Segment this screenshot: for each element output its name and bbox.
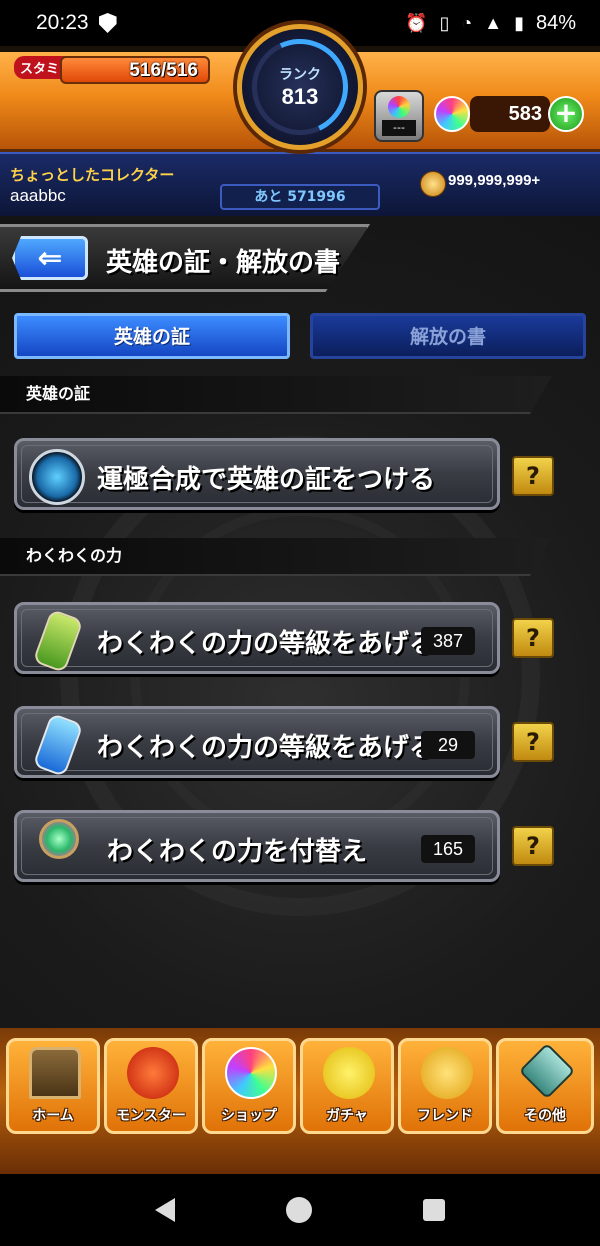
- rank-label: ランク: [279, 67, 321, 83]
- system-back-icon[interactable]: [155, 1198, 176, 1222]
- help-button[interactable]: ?: [512, 618, 554, 658]
- menu-item-label: 運極合成で英雄の証をつける: [97, 465, 436, 495]
- player-title: ちょっとしたコレクター: [10, 166, 175, 184]
- help-button[interactable]: ?: [512, 722, 554, 762]
- battery-percent: 84%: [535, 11, 576, 34]
- tab-release-book[interactable]: 解放の書: [310, 313, 586, 359]
- rank-remaining: あと 571996: [220, 184, 380, 210]
- system-recents-icon[interactable]: [422, 1199, 445, 1221]
- upgrade-waku-button[interactable]: わくわくの力の等級をあげる 387: [14, 602, 500, 674]
- signal-icon: ▲: [484, 12, 503, 33]
- menu-item-label: わくわくの力の等級をあげる: [97, 733, 436, 763]
- home-icon: [29, 1047, 81, 1099]
- main-content: ⇐ 英雄の証・解放の書 英雄の証 解放の書 英雄の証 運極合成で英雄の証をつける…: [0, 216, 600, 1028]
- status-icons: ⏰ ▯ ◔ ▲ ▮ 84%: [405, 12, 576, 35]
- wifi-icon: ◔: [461, 12, 473, 33]
- item-count: 165: [421, 835, 475, 863]
- nav-label: ガチャ: [326, 1108, 368, 1124]
- help-button[interactable]: ?: [512, 456, 554, 496]
- nav-shop[interactable]: ショップ: [202, 1038, 296, 1134]
- bottom-nav: ホーム モンスター ショップ ガチャ フレンド その他: [0, 1028, 600, 1174]
- system-nav-bar: [0, 1174, 600, 1246]
- rank-badge[interactable]: ランク 813: [237, 24, 363, 150]
- nav-gacha[interactable]: ガチャ: [300, 1038, 394, 1134]
- add-orb-button[interactable]: +: [548, 96, 584, 132]
- item-count: 29: [421, 731, 475, 759]
- clock: 20:23: [36, 11, 89, 34]
- hero-proof-icon: [29, 449, 85, 505]
- device-icon[interactable]: ---: [374, 90, 424, 142]
- stamina-bar[interactable]: 516/516: [60, 56, 210, 84]
- other-icon: [518, 1042, 576, 1100]
- battery-icon: ▮: [514, 12, 524, 33]
- nav-label: モンスター: [116, 1108, 186, 1124]
- vibrate-icon: ▯: [439, 12, 450, 33]
- monster-icon: [127, 1047, 179, 1099]
- page-title: 英雄の証・解放の書: [106, 248, 341, 278]
- coin-count: 999,999,999+: [448, 172, 541, 189]
- friend-icon: [421, 1047, 473, 1099]
- gem-icon: [388, 96, 410, 118]
- reassign-waku-button[interactable]: わくわくの力を付替え 165: [14, 810, 500, 882]
- help-button[interactable]: ?: [512, 826, 554, 866]
- nav-label: フレンド: [417, 1108, 473, 1124]
- nav-label: ホーム: [32, 1108, 74, 1124]
- nav-friend[interactable]: フレンド: [398, 1038, 492, 1134]
- attach-hero-proof-button[interactable]: 運極合成で英雄の証をつける: [14, 438, 500, 510]
- section-header-hero-proof: 英雄の証: [0, 376, 552, 414]
- back-arrow-icon: ⇐: [37, 240, 63, 276]
- gacha-icon: [323, 1047, 375, 1099]
- back-button[interactable]: ⇐: [12, 236, 88, 280]
- nav-other[interactable]: その他: [496, 1038, 594, 1134]
- orb-count: 583: [470, 96, 550, 132]
- item-count: 387: [421, 627, 475, 655]
- upgrade-waku-el-button[interactable]: わくわくの力の等級をあげる 29: [14, 706, 500, 778]
- orb-shop-icon: [225, 1047, 277, 1099]
- tab-hero-proof[interactable]: 英雄の証: [14, 313, 290, 359]
- wand-icon: [39, 819, 79, 859]
- nav-monster[interactable]: モンスター: [104, 1038, 198, 1134]
- coin-icon: [420, 171, 446, 197]
- section-header-waku-power: わくわくの力: [0, 538, 552, 576]
- alarm-icon: ⏰: [405, 12, 428, 33]
- shield-icon: [98, 13, 117, 33]
- orb-icon: [434, 96, 470, 132]
- nav-label: その他: [524, 1108, 566, 1124]
- rank-value: 813: [281, 84, 319, 109]
- menu-item-label: わくわくの力を付替え: [107, 837, 368, 867]
- nav-label: ショップ: [221, 1108, 277, 1124]
- username: aaabbc: [10, 186, 66, 205]
- stamina-value: 516/516: [129, 60, 198, 81]
- system-home-icon[interactable]: [285, 1197, 312, 1223]
- device-screen: ---: [382, 120, 416, 136]
- menu-item-label: わくわくの力の等級をあげる: [97, 629, 436, 659]
- nav-home[interactable]: ホーム: [6, 1038, 100, 1134]
